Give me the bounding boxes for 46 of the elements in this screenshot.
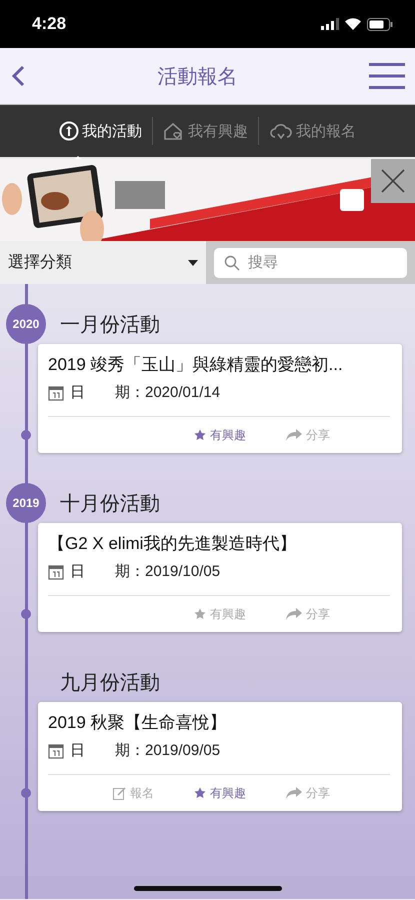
event-title: 2019 竣秀「玉山」與綠精靈的愛戀初... [48,354,344,376]
month-heading: 一月份活動 [60,312,160,338]
page-title: 活動報名 [158,64,238,90]
caret-icon [188,260,198,266]
timeline-dot [21,609,31,619]
star-icon [194,429,206,441]
cloud-icon [269,121,293,141]
category-dropdown[interactable]: 選擇分類 [0,241,206,284]
event-date: 日 期：2019/09/05 [70,741,220,761]
interest-button[interactable]: 有興趣 [194,784,246,802]
share-icon [286,608,302,620]
interest-button[interactable]: 有興趣 [194,426,246,444]
wifi-icon [345,18,361,30]
month-heading: 九月份活動 [60,670,160,696]
month-heading: 十月份活動 [60,492,160,516]
star-icon [194,787,206,799]
share-icon [286,429,302,441]
event-date: 日 期：2019/10/05 [70,562,220,582]
signal-icon [321,18,339,30]
close-icon [380,168,406,194]
status-time: 4:28 [32,14,66,34]
timeline-dot [21,788,31,798]
calendar-icon [48,385,64,401]
search-field[interactable]: 搜尋 [214,248,407,278]
star-icon [194,608,206,620]
menu-button[interactable] [369,62,405,90]
battery-icon [367,18,393,30]
timeline-dot [21,430,31,440]
house-heart-icon [163,121,185,141]
back-icon [10,64,26,88]
info-icon [59,121,79,141]
calendar-icon [48,743,64,759]
share-icon [286,787,302,799]
year-badge: 2020 [6,304,46,344]
event-title: 【G2 X elimi我的先進製造時代】 [48,533,298,555]
menu-icon [369,62,405,90]
tab[interactable]: 我有興趣 [153,117,258,145]
edit-icon [113,786,126,800]
back-button[interactable] [10,64,26,88]
signup-button[interactable]: 報名 [113,784,154,802]
calendar-icon [48,564,64,580]
close-button[interactable] [371,159,415,203]
event-date: 日 期：2020/01/14 [70,383,220,403]
year-badge: 2019 [6,483,46,523]
tab[interactable]: 我的報名 [259,117,366,145]
event-title: 2019 秋聚【生命喜悅】 [48,712,228,734]
